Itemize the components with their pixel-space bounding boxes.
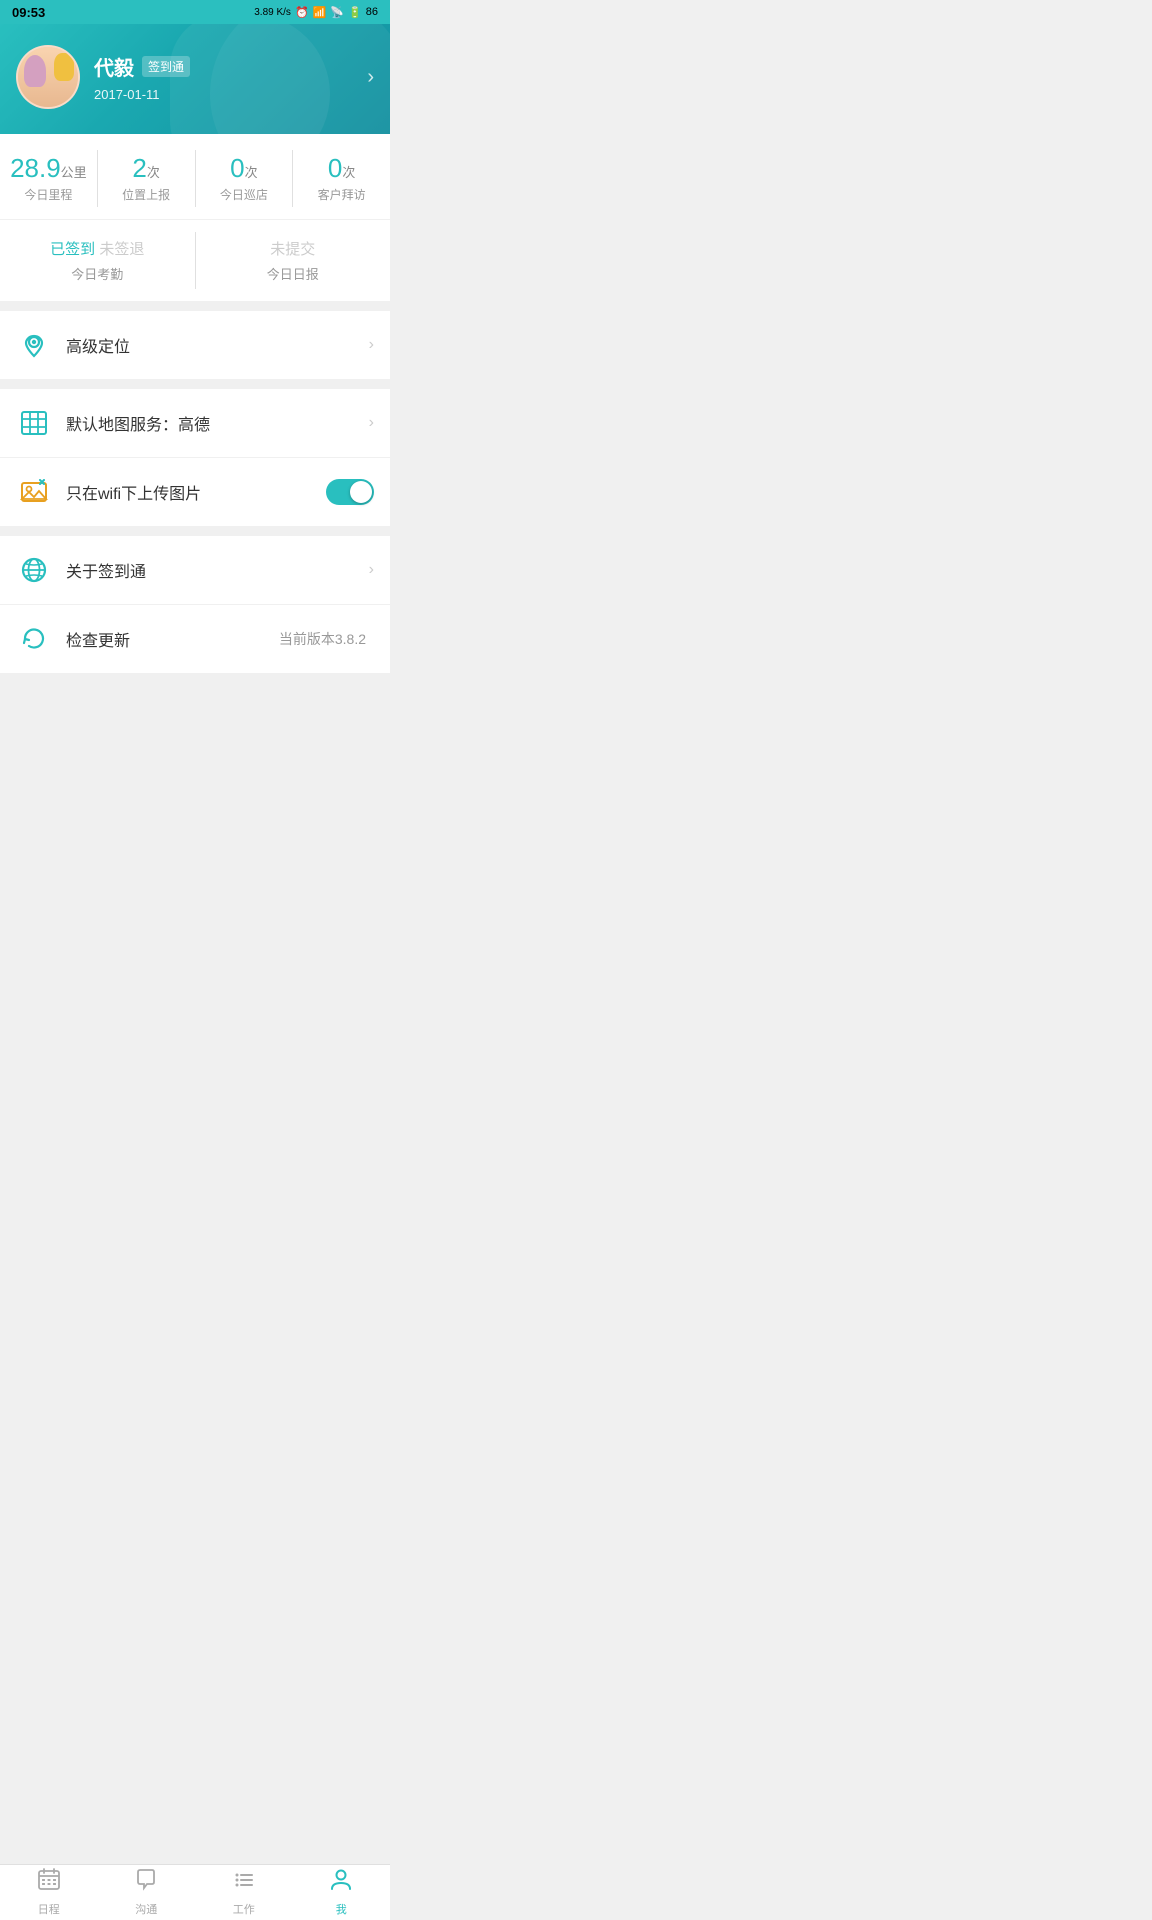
- list-icon: [232, 1868, 256, 1898]
- app-name-tag: 签到通: [142, 56, 190, 77]
- attendance-checkin[interactable]: 已签到 未签退 今日考勤: [0, 232, 196, 289]
- nav-work-label: 工作: [233, 1901, 255, 1917]
- menu-map-text: 默认地图服务：高德: [66, 411, 369, 435]
- calendar-icon: [37, 1868, 61, 1898]
- nav-chat-label: 沟通: [135, 1901, 157, 1917]
- clock-icon: ⏰: [295, 6, 309, 19]
- stat-mileage: 28.9公里 今日里程: [0, 150, 98, 207]
- attendance-report[interactable]: 未提交 今日日报: [196, 232, 391, 289]
- nav-me-label: 我: [336, 1901, 347, 1917]
- header-left: 代毅 签到通 2017-01-11: [16, 45, 190, 109]
- speed-indicator: 3.89 K/s: [254, 7, 291, 18]
- status-bar: 09:53 3.89 K/s ⏰ 📶 📡 🔋 86: [0, 0, 390, 24]
- stat-patrol: 0次 今日巡店: [196, 150, 294, 207]
- menu-item-update[interactable]: 检查更新 当前版本3.8.2: [0, 605, 390, 673]
- menu-update-text: 检查更新: [66, 627, 279, 651]
- status-icons: 3.89 K/s ⏰ 📶 📡 🔋 86: [254, 6, 378, 19]
- menu-item-wifi[interactable]: 只在wifi下上传图片: [0, 458, 390, 526]
- menu-gps-arrow: ›: [369, 336, 374, 354]
- menu-section-gps: 高级定位 ›: [0, 311, 390, 379]
- menu-about-arrow: ›: [369, 561, 374, 579]
- user-header[interactable]: 代毅 签到通 2017-01-11 ›: [0, 24, 390, 134]
- section-divider-1: [0, 301, 390, 311]
- nav-schedule-label: 日程: [38, 1901, 60, 1917]
- bottom-nav: 日程 沟通 工作 我: [0, 1864, 390, 1920]
- section-divider-2: [0, 379, 390, 389]
- status-time: 09:53: [12, 5, 45, 20]
- menu-item-map[interactable]: 默认地图服务：高德 ›: [0, 389, 390, 458]
- toggle-knob: [350, 481, 372, 503]
- refresh-icon: [16, 621, 52, 657]
- stat-mileage-value: 28.9公里: [6, 154, 91, 183]
- avatar: [16, 45, 80, 109]
- stat-visit-value: 0次: [299, 154, 384, 183]
- attendance-section: 已签到 未签退 今日考勤 未提交 今日日报: [0, 220, 390, 301]
- stat-patrol-label: 今日巡店: [202, 186, 287, 203]
- menu-about-text: 关于签到通: [66, 558, 369, 582]
- menu-item-gps[interactable]: 高级定位 ›: [0, 311, 390, 379]
- battery-icon: 🔋: [348, 6, 362, 19]
- stat-location-value: 2次: [104, 154, 189, 183]
- person-icon: [329, 1868, 353, 1898]
- stats-section: 28.9公里 今日里程 2次 位置上报 0次 今日巡店 0次 客户拜访: [0, 134, 390, 219]
- menu-section-map: 默认地图服务：高德 › 只在wifi下上传图片: [0, 389, 390, 526]
- map-icon: [16, 405, 52, 441]
- menu-update-version: 当前版本3.8.2: [279, 629, 366, 649]
- attendance-report-label: 今日日报: [202, 264, 385, 283]
- chat-icon: [134, 1868, 158, 1898]
- user-name: 代毅: [94, 52, 134, 81]
- attendance-checkin-label: 今日考勤: [6, 264, 189, 283]
- wifi-icon: 📶: [313, 6, 327, 19]
- pin-icon: [16, 327, 52, 363]
- stat-visit: 0次 客户拜访: [293, 150, 390, 207]
- nav-chat[interactable]: 沟通: [98, 1865, 196, 1920]
- user-info: 代毅 签到通 2017-01-11: [94, 52, 190, 102]
- menu-map-arrow: ›: [369, 414, 374, 432]
- stat-location-label: 位置上报: [104, 186, 189, 203]
- nav-me[interactable]: 我: [293, 1865, 391, 1920]
- attendance-report-status: 未提交: [202, 238, 385, 259]
- header-arrow[interactable]: ›: [367, 66, 374, 89]
- menu-section-about: 关于签到通 › 检查更新 当前版本3.8.2: [0, 536, 390, 673]
- globe-icon: [16, 552, 52, 588]
- section-divider-3: [0, 526, 390, 536]
- nav-work[interactable]: 工作: [195, 1865, 293, 1920]
- menu-wifi-text: 只在wifi下上传图片: [66, 480, 326, 504]
- stat-mileage-label: 今日里程: [6, 186, 91, 203]
- battery-level: 86: [366, 6, 378, 18]
- nav-schedule[interactable]: 日程: [0, 1865, 98, 1920]
- stat-patrol-value: 0次: [202, 154, 287, 183]
- menu-item-about[interactable]: 关于签到通 ›: [0, 536, 390, 605]
- signal-icon: 📡: [330, 6, 344, 19]
- stat-location: 2次 位置上报: [98, 150, 196, 207]
- menu-gps-text: 高级定位: [66, 333, 369, 357]
- stat-visit-label: 客户拜访: [299, 186, 384, 203]
- attendance-checkin-status: 已签到 未签退: [6, 238, 189, 259]
- wifi-upload-toggle[interactable]: [326, 479, 374, 505]
- user-date: 2017-01-11: [94, 87, 190, 102]
- image-upload-icon: [16, 474, 52, 510]
